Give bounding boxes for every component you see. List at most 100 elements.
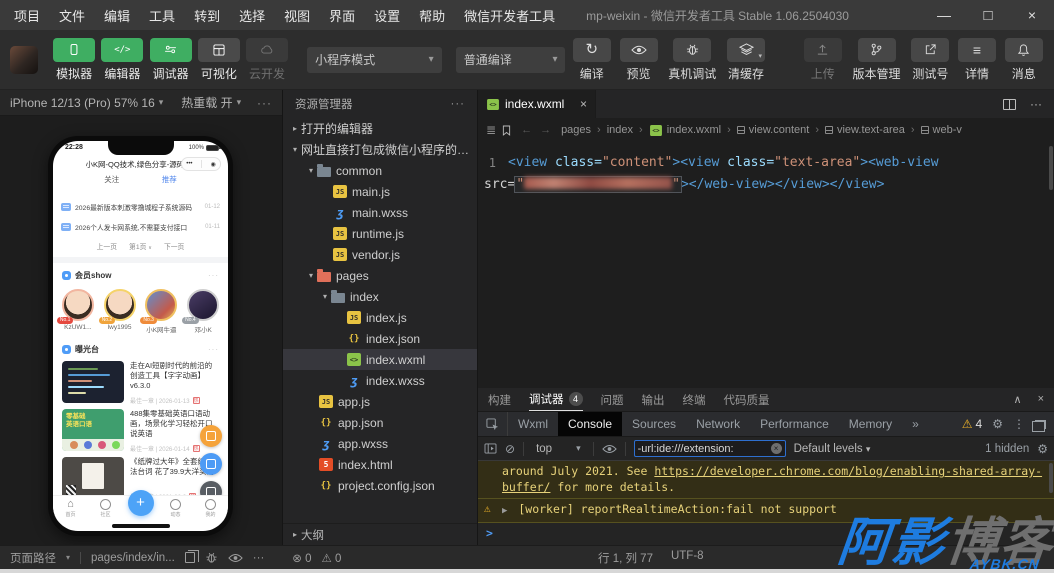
console-sidebar-icon[interactable] [484, 443, 497, 454]
test-account-button[interactable]: 测试号 [910, 38, 951, 82]
devtools-menu-icon[interactable]: ⋮ [1013, 417, 1025, 431]
minimize-button[interactable]: — [922, 0, 966, 30]
code-area[interactable]: 1 <view class="content"><view class="tex… [478, 142, 1054, 196]
menu-settings[interactable]: 设置 [374, 6, 400, 25]
panel-tab-build[interactable]: 构建 [488, 388, 511, 411]
devtools-tab-console[interactable]: Console [558, 412, 622, 436]
toggle-visual[interactable]: 可视化 [197, 38, 241, 82]
close-button[interactable]: × [1010, 0, 1054, 30]
compile-button[interactable]: ↻ 编译 [571, 38, 612, 82]
context-select[interactable]: top ▾ [532, 443, 585, 455]
capsule-more-icon[interactable]: ••• [186, 161, 192, 167]
tree-file-index-wxss[interactable]: ʒindex.wxss [283, 370, 477, 391]
tree-file-app-wxss[interactable]: ʒapp.wxss [283, 433, 477, 454]
console-settings-icon[interactable]: ⚙ [1037, 442, 1048, 456]
real-device-debug-button[interactable]: 真机调试 [665, 38, 720, 82]
panel-tab-code-quality[interactable]: 代码质量 [724, 388, 770, 411]
member-item[interactable]: No.3 小K网牛逼 [141, 289, 181, 334]
undock-icon[interactable] [1035, 420, 1046, 429]
warning-counter[interactable]: ⚠ 4 [962, 417, 982, 431]
feed-item[interactable]: 2026最新版本刺激零撸城程子系统源码 01-12 [61, 199, 220, 215]
feed-item[interactable]: 2026个人发卡网系统,不需要支付接口 01-11 [61, 219, 220, 235]
log-levels-select[interactable]: Default levels ▾ [794, 443, 871, 455]
clear-filter-icon[interactable]: × [771, 443, 782, 454]
console-filter[interactable]: × [634, 440, 786, 457]
tree-file-vendor-js[interactable]: JSvendor.js [283, 244, 477, 265]
tabbar-feed[interactable]: 动态 [163, 499, 189, 518]
tree-file-runtime-js[interactable]: JSruntime.js [283, 223, 477, 244]
tabbar-home[interactable]: ⌂ 首页 [58, 499, 84, 518]
capsule-close-icon[interactable]: ◉ [210, 161, 215, 168]
mode-select[interactable]: 小程序模式 ▾ [307, 47, 442, 73]
clear-cache-button[interactable]: ▾ 清缓存 [726, 38, 767, 82]
panel-tab-debugger[interactable]: 调试器4 [529, 388, 583, 411]
toggle-editor[interactable]: </> 编辑器 [100, 38, 144, 82]
toggle-simulator[interactable]: 模拟器 [52, 38, 96, 82]
section-more-button[interactable]: ··· [208, 271, 219, 280]
crumb-web-view[interactable]: web-v [921, 124, 962, 136]
filter-input[interactable] [638, 443, 769, 455]
panel-close-icon[interactable]: × [1038, 393, 1044, 406]
page-select[interactable]: 第1页 ∨ [129, 241, 152, 251]
outline-list-icon[interactable]: ≣ [486, 123, 496, 137]
tab-recommend[interactable]: 推荐 [162, 174, 177, 185]
menu-view[interactable]: 视图 [284, 6, 310, 25]
tree-folder-index[interactable]: ▾ index [283, 286, 477, 307]
floating-action-blue[interactable] [200, 453, 222, 475]
preview-button[interactable]: 预览 [618, 38, 659, 82]
article-item[interactable]: 零基础英语口语 488集零基础英语口语动画，场景化学习轻松开口说英语 最佳一章 … [62, 409, 219, 453]
menu-file[interactable]: 文件 [59, 6, 85, 25]
menu-help[interactable]: 帮助 [419, 6, 445, 25]
warnings-counter[interactable]: ⚠ 0 [322, 551, 342, 565]
device-select[interactable]: iPhone 12/13 (Pro) 57% 16 [10, 96, 155, 110]
menu-edit[interactable]: 编辑 [104, 6, 130, 25]
member-item[interactable]: No.2 lwy1995 [100, 289, 140, 334]
version-control-button[interactable]: 版本管理 [849, 38, 904, 82]
section-project-root[interactable]: ▾ 网址直接打包成微信小程序的源码 [283, 139, 477, 160]
prev-page-button[interactable]: 上一页 [97, 241, 117, 251]
crumb-pages[interactable]: pages [561, 124, 591, 136]
console-warning[interactable]: around July 2021. See https://developer.… [478, 461, 1054, 499]
messages-button[interactable]: 消息 [1003, 38, 1044, 82]
simulator-more-button[interactable]: ··· [257, 96, 272, 110]
devtools-settings-icon[interactable]: ⚙ [992, 417, 1003, 431]
tabbar-publish-button[interactable]: + [128, 490, 154, 516]
miniapp-capsule[interactable]: ••• ◉ [181, 157, 221, 171]
menu-select[interactable]: 选择 [239, 6, 265, 25]
crumb-view-text-area[interactable]: view.text-area [825, 124, 905, 136]
compile-mode-select[interactable]: 普通编译 ▾ [456, 47, 566, 73]
member-item[interactable]: No.4 邓小K [183, 289, 223, 334]
explorer-more-button[interactable]: ··· [451, 98, 466, 110]
tree-folder-pages[interactable]: ▾ pages [283, 265, 477, 286]
floating-action-orange[interactable] [200, 425, 222, 447]
inspect-element-icon[interactable] [478, 412, 508, 436]
panel-tab-output[interactable]: 输出 [642, 388, 665, 411]
eye-icon[interactable] [602, 444, 617, 454]
bug-icon[interactable] [205, 551, 218, 564]
bookmark-icon[interactable] [502, 125, 511, 136]
member-item[interactable]: No.1 KzUW1... [58, 289, 98, 334]
panel-collapse-icon[interactable]: ∧ [1014, 393, 1022, 406]
tree-file-project-config[interactable]: {}project.config.json [283, 475, 477, 496]
section-more-button[interactable]: ··· [208, 345, 219, 354]
statusbar-more-button[interactable]: ··· [253, 552, 265, 564]
tree-file-app-json[interactable]: {}app.json [283, 412, 477, 433]
hot-reload-toggle[interactable]: 热重载 开 [181, 94, 232, 111]
tree-file-main-wxss[interactable]: ʒmain.wxss [283, 202, 477, 223]
crumb-index-wxml[interactable]: <>index.wxml [649, 124, 721, 137]
tree-file-index-html[interactable]: 5index.html [283, 454, 477, 475]
clear-console-icon[interactable]: ⊘ [505, 442, 515, 456]
errors-counter[interactable]: ⊗ 0 [292, 551, 311, 565]
devtools-tab-wxml[interactable]: Wxml [508, 412, 558, 436]
eye-icon[interactable] [228, 553, 243, 563]
next-page-button[interactable]: 下一页 [164, 241, 184, 251]
maximize-button[interactable]: □ [966, 0, 1010, 30]
menu-project[interactable]: 项目 [14, 6, 40, 25]
editor-scrollbar[interactable] [1049, 146, 1053, 190]
tree-file-index-wxml[interactable]: <>index.wxml [283, 349, 477, 370]
tree-file-app-js[interactable]: JSapp.js [283, 391, 477, 412]
cursor-position[interactable]: 行 1, 列 77 [598, 550, 653, 566]
menu-goto[interactable]: 转到 [194, 6, 220, 25]
article-item[interactable]: 走在AI短剧时代的前沿的创造工具【字字动画】v6.3.0 最佳一章 | 2026… [62, 361, 219, 405]
section-outline[interactable]: ▸ 大纲 [283, 523, 477, 545]
